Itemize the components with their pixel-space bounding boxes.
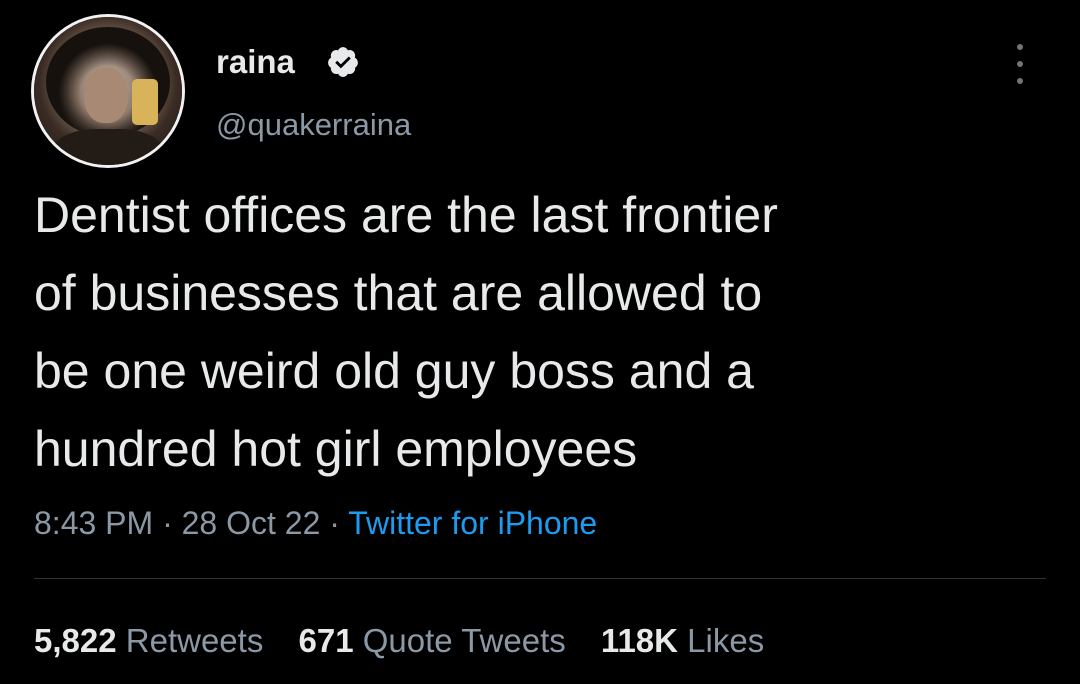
likes-stat[interactable]: 118K Likes [601, 622, 764, 659]
avatar-shirt [54, 129, 162, 165]
avatar-face [84, 67, 128, 123]
likes-label: Likes [687, 622, 765, 659]
meta-separator: · [162, 505, 173, 541]
likes-count: 118K [600, 622, 678, 659]
tweet-card: raina @quakerraina Dentist offices are t… [0, 0, 1080, 684]
quote-tweets-count: 671 [298, 622, 354, 659]
user-handle[interactable]: @quakerraina [216, 103, 411, 147]
divider [34, 578, 1046, 579]
more-dot [1017, 61, 1023, 67]
avatar[interactable] [34, 17, 182, 165]
retweets-stat[interactable]: 5,822 Retweets [34, 622, 263, 659]
more-options-icon[interactable] [1006, 44, 1034, 84]
tweet-source-link[interactable]: Twitter for iPhone [348, 505, 597, 541]
more-dot [1017, 78, 1023, 84]
tweet-time[interactable]: 8:43 PM [34, 505, 153, 541]
tweet-meta: 8:43 PM · 28 Oct 22 · Twitter for iPhone [34, 500, 597, 546]
tweet-text-line: of businesses that are allowed to [34, 265, 763, 321]
tweet-date[interactable]: 28 Oct 22 [182, 505, 321, 541]
tweet-text-line: be one weird old guy boss and a [34, 343, 754, 399]
tweet-stats: 5,822 Retweets 671 Quote Tweets 118K Lik… [34, 618, 790, 664]
tweet-text: Dentist offices are the last frontier of… [34, 176, 1034, 488]
quote-tweets-label: Quote Tweets [362, 622, 566, 659]
retweets-label: Retweets [125, 622, 264, 659]
more-dot [1017, 44, 1023, 50]
quote-tweets-stat[interactable]: 671 Quote Tweets [299, 622, 566, 659]
avatar-phone [132, 79, 158, 125]
meta-separator: · [329, 505, 340, 541]
retweets-count: 5,822 [34, 622, 117, 659]
verified-badge-icon [328, 47, 358, 77]
tweet-text-line: hundred hot girl employees [34, 421, 638, 477]
tweet-text-line: Dentist offices are the last frontier [34, 187, 778, 243]
display-name[interactable]: raina [216, 40, 295, 84]
